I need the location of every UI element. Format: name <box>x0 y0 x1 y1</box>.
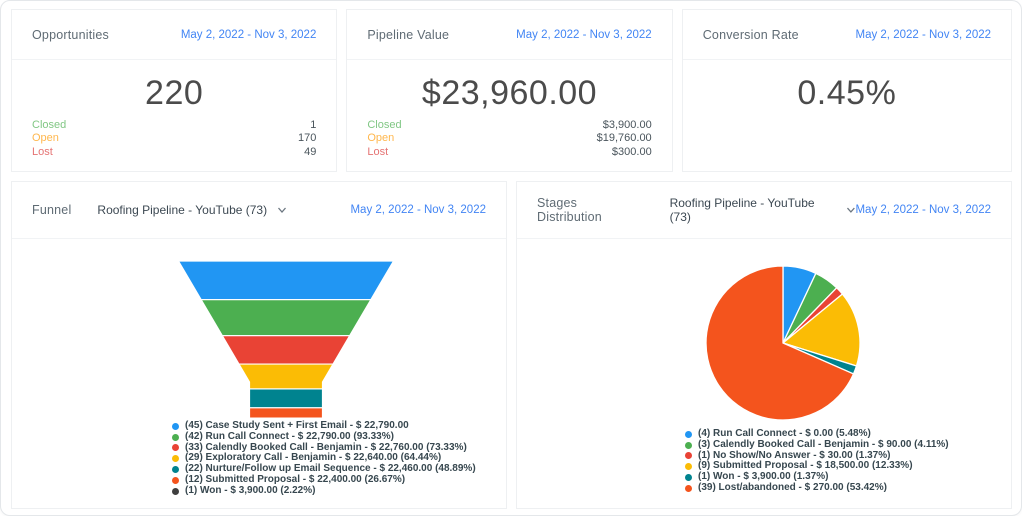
legend-label: (42) Run Call Connect - $ 22,790.00 (93.… <box>185 430 394 442</box>
open-label: Open <box>367 132 395 144</box>
open-value: $19,760.00 <box>596 132 652 144</box>
funnel-segment[interactable] <box>200 299 372 337</box>
date-range-picker[interactable]: May 2, 2022 - Nov 3, 2022 <box>516 29 652 41</box>
closed-value: 1 <box>310 118 317 131</box>
legend-dot <box>172 466 179 474</box>
card-title: Funnel <box>32 203 72 217</box>
stat-row-open: Open $19,760.00 <box>367 132 651 146</box>
date-range-picker[interactable]: May 2, 2022 - Nov 3, 2022 <box>350 204 486 216</box>
funnel-card: Funnel Roofing Pipeline - YouTube (73) M… <box>11 181 507 509</box>
stages-pie-chart <box>705 265 861 421</box>
legend-dot <box>172 476 179 484</box>
legend-item: (39) Lost/abandoned - $ 270.00 (53.42%) <box>685 481 949 494</box>
card-title: Pipeline Value <box>367 27 450 42</box>
legend-dot <box>172 433 179 441</box>
card-title: Stages Distribution <box>537 196 602 224</box>
stages-card-header: Stages Distribution Roofing Pipeline - Y… <box>517 182 1011 239</box>
opportunities-card: Opportunities May 2, 2022 - Nov 3, 2022 … <box>11 9 338 172</box>
date-range-picker[interactable]: May 2, 2022 - Nov 3, 2022 <box>855 29 991 41</box>
funnel-chart-area: (45) Case Study Sent + First Email - $ 2… <box>12 239 506 508</box>
stages-distribution-card: Stages Distribution Roofing Pipeline - Y… <box>516 181 1012 509</box>
legend-dot <box>685 430 692 438</box>
pipeline-value-card-header: Pipeline Value May 2, 2022 - Nov 3, 2022 <box>347 10 672 60</box>
stat-row-closed: Closed $3,900.00 <box>367 119 651 133</box>
dashboard-page: Opportunities May 2, 2022 - Nov 3, 2022 … <box>0 0 1022 516</box>
open-value: 170 <box>297 132 317 144</box>
funnel-segment[interactable] <box>237 363 335 390</box>
open-label: Open <box>32 132 59 144</box>
funnel-segment[interactable] <box>248 388 324 409</box>
funnel-chart <box>177 260 395 420</box>
pipeline-selector-value: Roofing Pipeline - YouTube (73) <box>669 196 815 224</box>
chart-cards-row: Funnel Roofing Pipeline - YouTube (73) M… <box>1 172 1021 515</box>
legend-dot <box>172 422 179 430</box>
closed-label: Closed <box>32 118 67 131</box>
stat-row-open: Open 170 <box>32 132 316 146</box>
legend-dot <box>685 474 692 482</box>
legend-dot <box>685 463 692 471</box>
lost-label: Lost <box>367 145 389 158</box>
pipeline-value-total: $23,960.00 <box>421 74 598 112</box>
pipeline-selector-value: Roofing Pipeline - YouTube (73) <box>97 203 268 217</box>
pie-chart-area: (4) Run Call Connect - $ 0.00 (5.48%) (3)… <box>517 239 1011 508</box>
chevron-down-icon <box>846 207 855 213</box>
opportunities-breakdown: Closed 1 Open 170 Lost 49 <box>12 119 336 172</box>
stat-row-closed: Closed 1 <box>32 119 316 133</box>
funnel-segment[interactable] <box>248 417 324 420</box>
funnel-segment[interactable] <box>248 407 324 419</box>
funnel-legend: (45) Case Study Sent + First Email - $ 2… <box>172 420 476 497</box>
legend-dot <box>685 452 692 460</box>
lost-label: Lost <box>32 145 53 158</box>
legend-item: (3) Calendly Booked Call - Benjamin - $ … <box>685 438 949 451</box>
stat-row-lost: Lost $300.00 <box>367 146 651 160</box>
chevron-down-icon <box>278 207 287 213</box>
legend-dot <box>172 455 179 463</box>
lost-value: 49 <box>304 145 317 158</box>
legend-label: (3) Calendly Booked Call - Benjamin - $ … <box>698 438 949 450</box>
lost-value: $300.00 <box>611 145 652 158</box>
pipeline-value-breakdown: Closed $3,900.00 Open $19,760.00 Lost $3… <box>347 119 671 172</box>
opportunities-card-header: Opportunities May 2, 2022 - Nov 3, 2022 <box>12 10 337 60</box>
legend-item: (42) Run Call Connect - $ 22,790.00 (93.… <box>172 430 476 443</box>
funnel-card-header: Funnel Roofing Pipeline - YouTube (73) M… <box>12 182 506 239</box>
conversion-rate-card-header: Conversion Rate May 2, 2022 - Nov 3, 202… <box>682 10 1012 60</box>
date-range-picker[interactable]: May 2, 2022 - Nov 3, 2022 <box>855 204 991 216</box>
date-range-picker[interactable]: May 2, 2022 - Nov 3, 2022 <box>181 29 317 41</box>
stat-row-lost: Lost 49 <box>32 146 316 160</box>
pipeline-selector[interactable]: Roofing Pipeline - YouTube (73) <box>97 203 287 217</box>
closed-label: Closed <box>367 118 402 131</box>
opportunities-total: 220 <box>145 74 204 112</box>
card-title: Opportunities <box>32 27 109 42</box>
legend-label: (1) Won - $ 3,900.00 (2.22%) <box>185 484 316 496</box>
legend-dot <box>685 441 692 449</box>
funnel-segment[interactable] <box>177 260 395 301</box>
pipeline-value-card: Pipeline Value May 2, 2022 - Nov 3, 2022… <box>346 9 673 172</box>
card-title: Conversion Rate <box>702 27 799 42</box>
pie-legend: (4) Run Call Connect - $ 0.00 (5.48%) (3)… <box>685 428 949 494</box>
legend-label: (39) Lost/abandoned - $ 270.00 (53.42%) <box>698 481 887 493</box>
stat-cards-row: Opportunities May 2, 2022 - Nov 3, 2022 … <box>1 1 1021 172</box>
legend-item: (1) Won - $ 3,900.00 (2.22%) <box>172 484 476 497</box>
conversion-rate-total: 0.45% <box>797 74 897 112</box>
legend-dot <box>685 484 692 492</box>
conversion-rate-card: Conversion Rate May 2, 2022 - Nov 3, 202… <box>681 9 1013 172</box>
funnel-segment[interactable] <box>221 335 351 365</box>
legend-dot <box>172 444 179 452</box>
closed-value: $3,900.00 <box>602 118 652 131</box>
pipeline-selector[interactable]: Roofing Pipeline - YouTube (73) <box>670 196 856 224</box>
legend-dot <box>172 487 179 495</box>
